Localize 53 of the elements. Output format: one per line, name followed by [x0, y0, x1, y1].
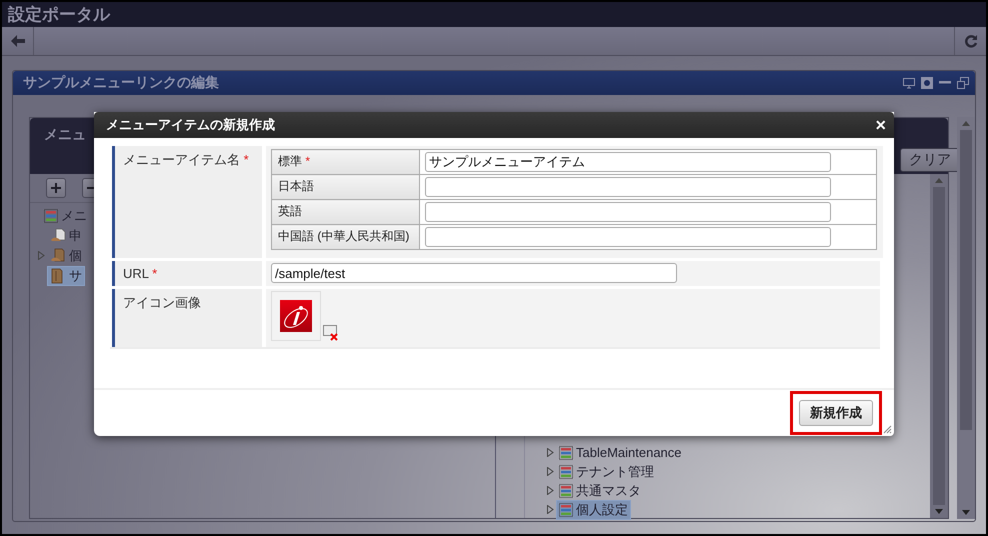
editor-title: メニュ [44, 126, 86, 144]
locale-label: 英語 [278, 204, 302, 218]
tree-item[interactable]: 個人設定 [556, 500, 631, 520]
panel-title: サンプルメニューリンクの編集 [23, 74, 219, 92]
monitor-icon[interactable] [903, 78, 915, 88]
scrollbar[interactable] [930, 174, 948, 518]
plus-icon [51, 183, 61, 193]
locale-label: 標準 * [278, 154, 310, 168]
back-arrow-icon [10, 35, 24, 47]
field-label: アイコン画像 [123, 295, 201, 310]
dialog-title: メニューアイテムの新規作成 [106, 116, 275, 134]
field-label: URL * [123, 266, 158, 281]
locale-label: 日本語 [278, 179, 314, 193]
scroll-down-icon[interactable] [962, 510, 970, 515]
italic-i-logo-icon [280, 300, 312, 332]
scroll-down-icon[interactable] [935, 509, 943, 514]
scroll-up-icon[interactable] [935, 178, 943, 183]
page-icon [50, 228, 66, 244]
close-button[interactable]: × [875, 116, 886, 134]
locale-label: 中国語 (中華人民共和国) [278, 229, 410, 243]
restore-icon[interactable] [957, 77, 969, 89]
tree-item[interactable]: サ [47, 266, 85, 286]
minimize-icon[interactable] [939, 81, 951, 85]
delete-image-icon[interactable] [323, 325, 339, 341]
portal-title: 設定ポータル [8, 4, 110, 26]
input-field[interactable]: /sample/test [271, 263, 677, 283]
clear-button[interactable]: クリア [900, 148, 960, 172]
input-field[interactable] [425, 177, 831, 197]
tree-item[interactable]: TableMaintenance [556, 444, 685, 461]
create-button[interactable]: 新規作成 [799, 400, 873, 426]
scrollbar[interactable] [957, 117, 975, 519]
field-label: メニューアイテム名 * [123, 152, 249, 167]
list-icon [44, 208, 58, 222]
expand-arrow-icon[interactable] [38, 251, 45, 260]
reload-icon [964, 34, 978, 48]
input-field[interactable] [425, 227, 831, 247]
list-icon [559, 484, 573, 498]
tree-item[interactable]: テナント管理 [556, 462, 657, 482]
expand-arrow-icon[interactable] [547, 505, 554, 514]
input-field[interactable] [425, 202, 831, 222]
tree-item[interactable]: 共通マスタ [556, 480, 644, 500]
add-button[interactable] [46, 178, 66, 198]
expand-arrow-icon[interactable] [547, 448, 554, 457]
settings-icon[interactable] [921, 77, 933, 89]
list-icon [559, 502, 573, 516]
expand-arrow-icon[interactable] [547, 486, 554, 495]
expand-arrow-icon[interactable] [547, 467, 554, 476]
input-field[interactable]: サンプルメニューアイテム [425, 152, 831, 172]
resize-grip-icon[interactable] [883, 425, 892, 434]
list-icon [559, 464, 573, 478]
scroll-up-icon[interactable] [962, 121, 970, 126]
list-icon [559, 446, 573, 460]
folder-icon [50, 248, 66, 264]
